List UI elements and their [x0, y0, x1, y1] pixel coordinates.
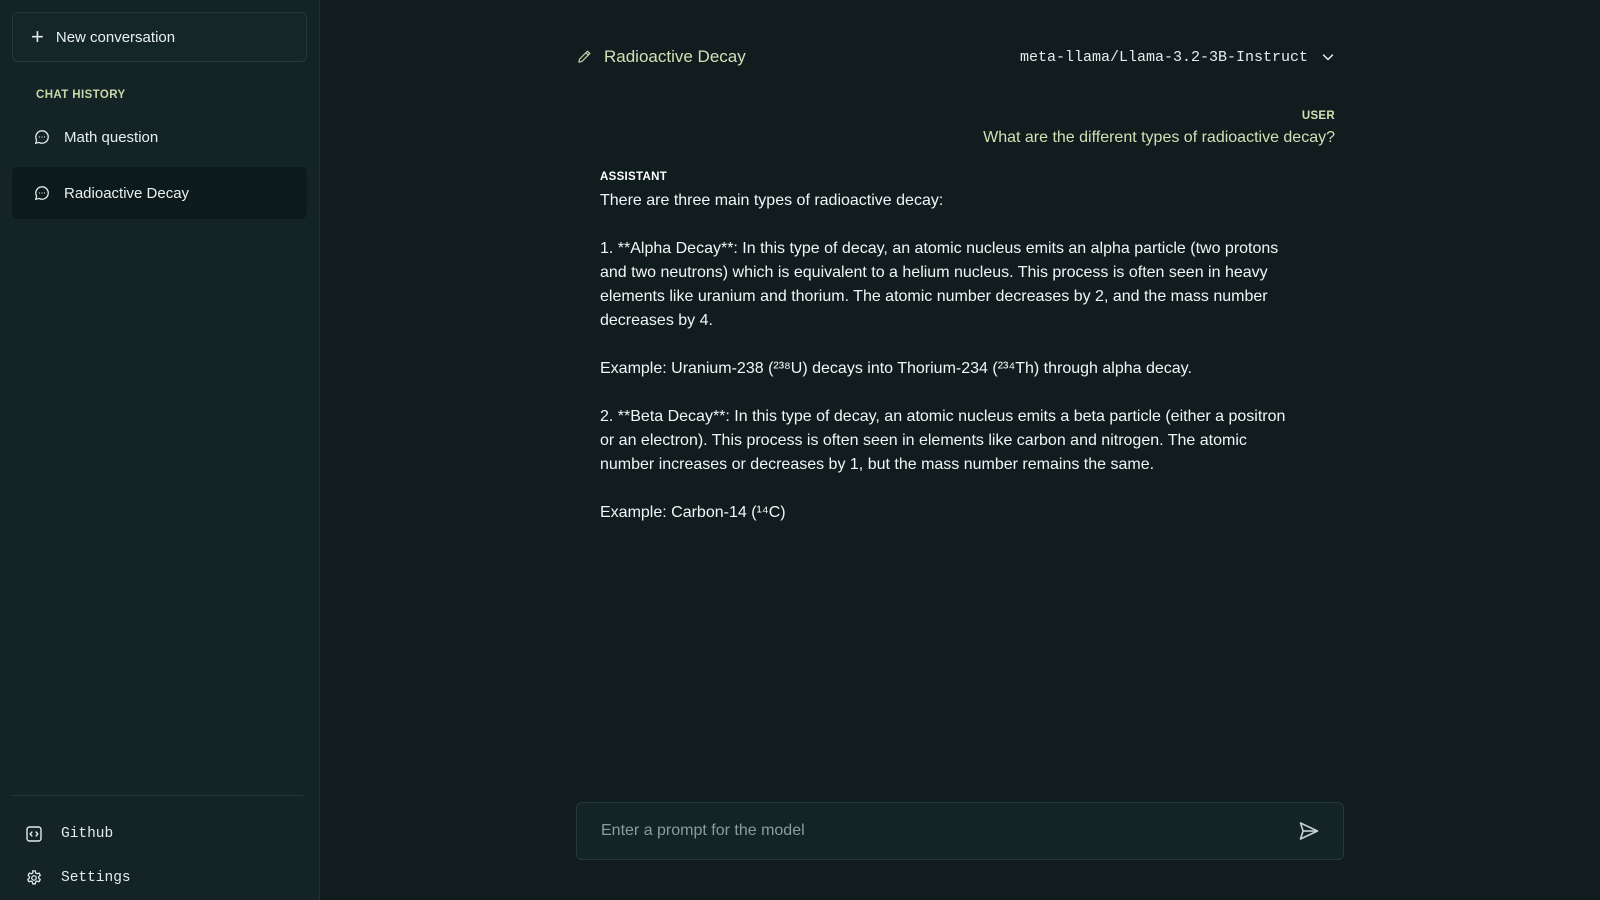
chat-history-heading: CHAT HISTORY [36, 89, 126, 101]
conversation-title[interactable]: Radioactive Decay [576, 47, 746, 67]
history-item-label: Math question [64, 128, 159, 146]
user-message: USER What are the different types of rad… [600, 110, 1335, 147]
page-title: Radioactive Decay [604, 47, 746, 66]
chat-bubble-icon [34, 129, 50, 145]
prompt-bar [576, 802, 1344, 860]
prompt-input[interactable] [601, 822, 1297, 840]
github-label: Github [61, 826, 114, 842]
model-selector[interactable]: meta-llama/Llama-3.2-3B-Instruct [1020, 49, 1336, 66]
sidebar: + New conversation CHAT HISTORY Math que… [0, 0, 320, 900]
code-icon [25, 825, 43, 843]
pencil-icon [576, 49, 592, 65]
history-item-math-question[interactable]: Math question [12, 111, 307, 163]
new-conversation-button[interactable]: + New conversation [12, 12, 307, 62]
assistant-role-label: ASSISTANT [600, 171, 668, 183]
user-message-text: What are the different types of radioact… [983, 129, 1335, 146]
chat-history-list: Math question Radioactive Decay [12, 111, 307, 219]
message-list: USER What are the different types of rad… [600, 110, 1335, 549]
app-window: + New conversation CHAT HISTORY Math que… [0, 0, 1600, 900]
sidebar-footer: Github Settings [12, 795, 303, 900]
history-item-label: Radioactive Decay [64, 184, 190, 202]
chevron-down-icon [1320, 49, 1336, 65]
assistant-message-text: There are three main types of radioactiv… [600, 189, 1290, 525]
assistant-paragraph: Example: Carbon-14 (¹⁴C) [600, 504, 786, 521]
chat-bubble-icon [34, 185, 50, 201]
model-name: meta-llama/Llama-3.2-3B-Instruct [1019, 48, 1308, 66]
gear-icon [25, 869, 43, 887]
assistant-paragraph: There are three main types of radioactiv… [600, 192, 944, 209]
settings-link[interactable]: Settings [12, 856, 303, 900]
assistant-message: ASSISTANT There are three main types of … [600, 171, 1335, 525]
chat-panel: Radioactive Decay meta-llama/Llama-3.2-3… [320, 0, 1600, 900]
history-item-radioactive-decay[interactable]: Radioactive Decay [12, 167, 307, 219]
assistant-paragraph: Example: Uranium-238 (²³⁸U) decays into … [600, 360, 1192, 377]
github-link[interactable]: Github [12, 812, 303, 856]
assistant-paragraph: 1. **Alpha Decay**: In this type of deca… [600, 240, 1279, 329]
send-icon[interactable] [1297, 819, 1321, 843]
chat-header: Radioactive Decay meta-llama/Llama-3.2-3… [576, 40, 1336, 74]
plus-icon: + [31, 24, 44, 49]
new-conversation-label: New conversation [55, 28, 176, 46]
user-role-label: USER [1301, 110, 1335, 122]
assistant-paragraph: 2. **Beta Decay**: In this type of decay… [600, 408, 1286, 473]
settings-label: Settings [61, 870, 131, 886]
